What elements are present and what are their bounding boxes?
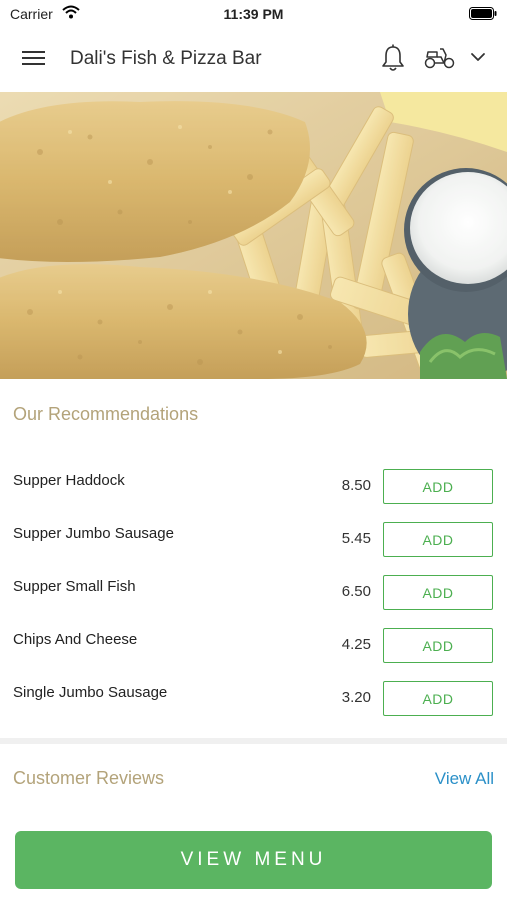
menu-item-price: 4.25 (341, 636, 371, 653)
add-button[interactable]: ADD (383, 681, 493, 716)
clock: 11:39 PM (223, 6, 284, 22)
menu-item-price: 5.45 (341, 530, 371, 547)
menu-item-price: 8.50 (341, 477, 371, 494)
battery-icon (469, 7, 497, 23)
menu-item-row: Supper Jumbo Sausage 5.45 ADD (0, 522, 507, 562)
add-button[interactable]: ADD (383, 628, 493, 663)
menu-item-price: 6.50 (341, 583, 371, 600)
bell-icon[interactable] (381, 44, 405, 77)
menu-item-row: Supper Haddock 8.50 ADD (0, 469, 507, 509)
menu-item-row: Single Jumbo Sausage 3.20 ADD (0, 681, 507, 721)
section-divider (0, 738, 507, 744)
add-button[interactable]: ADD (383, 469, 493, 504)
delivery-scooter-icon[interactable] (424, 46, 456, 75)
menu-item-row: Chips And Cheese 4.25 ADD (0, 628, 507, 668)
menu-item-row: Supper Small Fish 6.50 ADD (0, 575, 507, 615)
recommendations-heading: Our Recommendations (13, 404, 199, 424)
status-bar: Carrier 11:39 PM (0, 0, 507, 28)
menu-item-name: Single Jumbo Sausage (13, 684, 168, 701)
hero-food-image (0, 92, 507, 379)
menu-item-name: Supper Haddock (13, 472, 125, 489)
menu-item-name: Supper Small Fish (13, 578, 136, 595)
view-menu-button[interactable]: VIEW MENU (15, 831, 492, 889)
page-title: Dali's Fish & Pizza Bar (70, 48, 262, 69)
app-bar: Dali's Fish & Pizza Bar (0, 28, 507, 92)
add-button[interactable]: ADD (383, 575, 493, 610)
view-all-reviews-link[interactable]: View All (435, 769, 494, 789)
menu-item-name: Supper Jumbo Sausage (13, 525, 174, 542)
hamburger-menu-icon[interactable] (22, 48, 48, 70)
menu-item-name: Chips And Cheese (13, 631, 138, 648)
chevron-down-icon[interactable] (470, 50, 486, 68)
customer-reviews-heading: Customer Reviews (13, 768, 165, 788)
menu-item-price: 3.20 (341, 689, 371, 706)
add-button[interactable]: ADD (383, 522, 493, 557)
